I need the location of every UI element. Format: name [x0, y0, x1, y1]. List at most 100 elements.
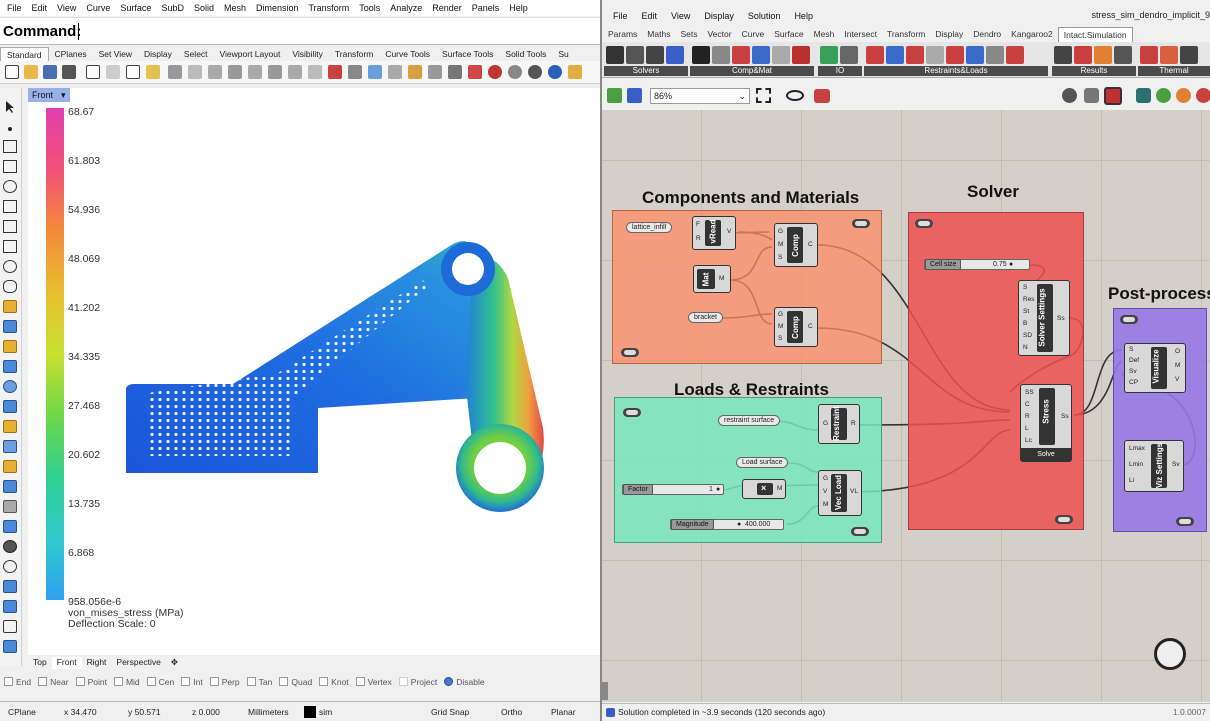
grid-icon[interactable] [368, 65, 382, 79]
render-sphere-icon[interactable] [488, 65, 502, 79]
light-icon[interactable] [408, 65, 422, 79]
copy-icon[interactable] [126, 65, 140, 79]
osnap-perp[interactable]: Perp [209, 677, 240, 687]
gh-canvas[interactable]: Components and Materials lattice_infill … [602, 110, 1210, 702]
open-file-icon[interactable] [607, 88, 622, 103]
group-handle[interactable] [851, 527, 869, 536]
toolbar-tab-curve-tools[interactable]: Curve Tools [379, 47, 436, 61]
bake-icon[interactable] [1136, 88, 1151, 103]
preview-shaded-icon[interactable] [1084, 88, 1099, 103]
menu-analyze[interactable]: Analyze [385, 3, 427, 13]
split-icon[interactable] [3, 620, 17, 633]
render-icon[interactable] [568, 65, 582, 79]
component-comp-1[interactable]: G M S Comp C [774, 223, 818, 267]
dark-sphere-icon[interactable] [528, 65, 542, 79]
material-icon[interactable] [468, 65, 482, 79]
menu-panels[interactable]: Panels [467, 3, 505, 13]
group-handle[interactable] [1055, 515, 1073, 524]
rectangle-icon[interactable] [3, 240, 17, 253]
osnap-quad[interactable]: Quad [279, 677, 312, 687]
front-viewport[interactable] [28, 88, 600, 655]
toolbar-tab-set-view[interactable]: Set View [93, 47, 138, 61]
load-icon[interactable] [866, 46, 884, 64]
gh-tab-intact-simulation[interactable]: Intact.Simulation [1057, 26, 1133, 42]
gh-tab-kangaroo2[interactable]: Kangaroo2 [1006, 27, 1058, 41]
command-line[interactable]: Command: [0, 17, 600, 45]
gh-menu-file[interactable]: File [606, 11, 635, 21]
component-mat[interactable]: Mat M [693, 265, 731, 293]
osnap-int[interactable]: Int [181, 677, 203, 687]
point-icon[interactable] [3, 122, 17, 135]
array-icon[interactable] [3, 580, 17, 593]
component-vread[interactable]: F R vRead V [692, 216, 736, 250]
group-components-materials[interactable] [612, 210, 882, 364]
polyline-icon[interactable] [3, 140, 17, 153]
menu-view[interactable]: View [52, 3, 81, 13]
preview-wire-icon[interactable] [1062, 88, 1077, 103]
light-bulb-icon[interactable] [1176, 88, 1191, 103]
io-icon[interactable] [840, 46, 858, 64]
results-icon[interactable] [1054, 46, 1072, 64]
viewport-tab-right[interactable]: Right [82, 657, 112, 669]
gh-tab-curve[interactable]: Curve [737, 27, 770, 41]
checkbox[interactable] [38, 677, 48, 686]
toolbar-tab-visibility[interactable]: Visibility [286, 47, 329, 61]
galapagos-icon[interactable] [1156, 88, 1171, 103]
slider-grip-icon[interactable]: ● [716, 485, 720, 494]
paste-icon[interactable] [146, 65, 160, 79]
io-icon[interactable] [820, 46, 838, 64]
material-icon[interactable] [692, 46, 710, 64]
component-icon[interactable] [752, 46, 770, 64]
box-icon[interactable] [3, 360, 17, 373]
viewport-tab-top[interactable]: Top [28, 657, 52, 669]
group-handle[interactable] [852, 219, 870, 228]
restraint-icon[interactable] [986, 46, 1004, 64]
checkbox[interactable] [75, 677, 85, 686]
navigation-widget-icon[interactable] [1154, 638, 1186, 670]
sphere-icon[interactable] [3, 380, 17, 393]
copy-tool-icon[interactable] [3, 500, 17, 513]
osnap-end[interactable]: End [4, 677, 31, 687]
zoom-extents-icon[interactable] [756, 88, 771, 103]
gh-tab-sets[interactable]: Sets [675, 27, 702, 41]
gh-tab-vector[interactable]: Vector [702, 27, 736, 41]
component-visualize[interactable]: S Def Sv CP Visualize O M V [1124, 343, 1186, 393]
menu-tools[interactable]: Tools [354, 3, 385, 13]
component-comp-2[interactable]: G M S Comp C [774, 307, 818, 347]
osnap-tan[interactable]: Tan [246, 677, 272, 687]
menu-render[interactable]: Render [427, 3, 467, 13]
four-view-icon[interactable] [328, 65, 342, 79]
status-cplane[interactable]: CPlane [8, 707, 64, 717]
status-units[interactable]: Millimeters [248, 707, 304, 717]
open-folder-icon[interactable] [24, 65, 38, 79]
preview-eye-icon[interactable] [786, 90, 804, 101]
menu-help[interactable]: Help [504, 3, 533, 13]
dimension-icon[interactable] [428, 65, 442, 79]
boolean-icon[interactable] [3, 420, 17, 433]
gh-tab-surface[interactable]: Surface [769, 27, 808, 41]
osnap-point[interactable]: Point [75, 677, 107, 687]
save-icon[interactable] [43, 65, 57, 79]
rotate-icon[interactable] [3, 520, 17, 533]
checkbox[interactable] [355, 677, 365, 686]
mesh-icon[interactable] [3, 440, 17, 453]
restraint-icon[interactable] [966, 46, 984, 64]
curve-icon[interactable] [3, 200, 17, 213]
component-viz-settings[interactable]: Lmax Lmin Li Viz Settings Sv [1124, 440, 1184, 492]
component-icon[interactable] [772, 46, 790, 64]
viewport-title-tab[interactable]: Front ▾ [28, 88, 70, 102]
status-ortho[interactable]: Ortho [501, 707, 551, 717]
extrude-icon[interactable] [3, 400, 17, 413]
arc-icon[interactable] [3, 260, 17, 273]
menu-edit[interactable]: Edit [27, 3, 53, 13]
thermal-icon[interactable] [1180, 46, 1198, 64]
thermal-icon[interactable] [1160, 46, 1178, 64]
canvas-scrollbar[interactable] [602, 682, 608, 700]
slider-cell-size[interactable]: Cell size 0.75 ● [924, 259, 1030, 270]
material-icon[interactable] [732, 46, 750, 64]
checkbox[interactable] [181, 677, 191, 686]
zoom-window-icon[interactable] [248, 65, 262, 79]
polygon-icon[interactable] [3, 220, 17, 233]
status-grid-snap[interactable]: Grid Snap [431, 707, 501, 717]
surface-icon[interactable] [3, 320, 17, 333]
